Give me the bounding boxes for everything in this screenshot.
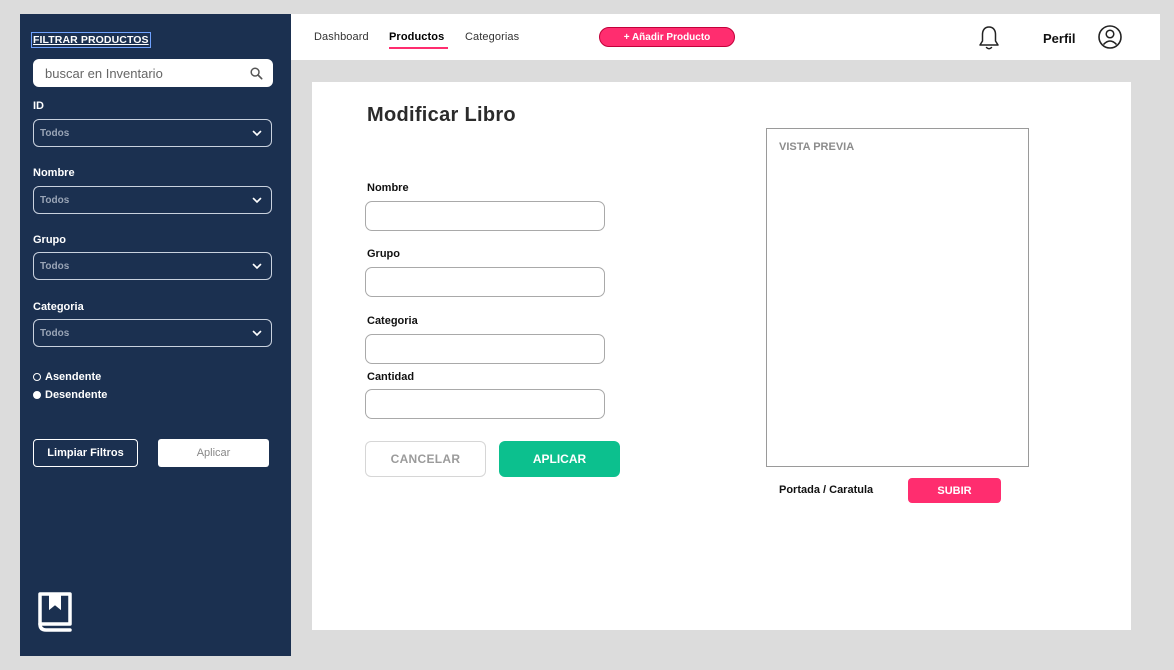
nav-link-categorias[interactable]: Categorias	[465, 31, 519, 43]
cover-preview: VISTA PREVIA	[766, 128, 1029, 467]
user-icon[interactable]	[1097, 24, 1123, 50]
cancel-button[interactable]: CANCELAR	[365, 441, 486, 477]
search-box[interactable]	[33, 59, 273, 87]
nav-link-productos[interactable]: Productos	[389, 31, 444, 43]
chevron-down-icon	[252, 330, 262, 337]
apply-filters-button[interactable]: Aplicar	[158, 439, 269, 467]
sort-ascending-option[interactable]: Asendente	[33, 371, 101, 383]
filter-label-grupo: Grupo	[33, 234, 66, 246]
page-title: Modificar Libro	[367, 104, 516, 126]
book-logo-icon[interactable]	[36, 590, 74, 634]
filter-select-categoria[interactable]: Todos	[33, 319, 272, 347]
filter-select-grupo[interactable]: Todos	[33, 252, 272, 280]
filter-label-nombre: Nombre	[33, 167, 75, 179]
sort-ascending-label: Asendente	[45, 371, 102, 383]
categoria-field[interactable]	[365, 334, 605, 364]
field-label-categoria: Categoria	[367, 315, 418, 327]
chevron-down-icon	[252, 197, 262, 204]
nombre-field[interactable]	[365, 201, 605, 231]
filter-select-nombre[interactable]: Todos	[33, 186, 272, 214]
cover-label: Portada / Caratula	[779, 484, 874, 496]
active-tab-indicator	[389, 47, 448, 49]
profile-label[interactable]: Perfil	[1043, 31, 1076, 46]
filter-value-id: Todos	[40, 127, 70, 139]
add-product-button[interactable]: + Añadir Producto	[599, 27, 735, 47]
clear-filters-button[interactable]: Limpiar Filtros	[33, 439, 138, 467]
filter-label-id: ID	[33, 100, 44, 112]
filter-label-categoria: Categoria	[33, 301, 84, 313]
chevron-down-icon	[252, 130, 262, 137]
filter-value-nombre: Todos	[40, 194, 70, 206]
filter-value-categoria: Todos	[40, 327, 70, 339]
field-label-nombre: Nombre	[367, 182, 409, 194]
upload-button[interactable]: SUBIR	[908, 478, 1001, 503]
field-label-cantidad: Cantidad	[367, 371, 415, 383]
top-navigation: Dashboard Productos Categorias + Añadir …	[291, 14, 1160, 60]
sort-descending-option[interactable]: Desendente	[33, 389, 107, 401]
edit-book-card: Modificar Libro Nombre Grupo Categoria C…	[312, 82, 1131, 630]
filter-title[interactable]: FILTRAR PRODUCTOS	[31, 32, 151, 48]
search-input[interactable]	[45, 65, 225, 81]
preview-label: VISTA PREVIA	[779, 141, 855, 153]
grupo-field[interactable]	[365, 267, 605, 297]
field-label-grupo: Grupo	[367, 248, 400, 260]
sidebar: FILTRAR PRODUCTOS ID Todos Nombre Todos …	[20, 14, 291, 656]
nav-link-dashboard[interactable]: Dashboard	[314, 31, 369, 43]
sort-descending-label: Desendente	[45, 389, 108, 401]
filter-value-grupo: Todos	[40, 260, 70, 272]
radio-button-selected[interactable]	[33, 391, 41, 399]
filter-select-id[interactable]: Todos	[33, 119, 272, 147]
radio-button[interactable]	[33, 373, 41, 381]
cantidad-field[interactable]	[365, 389, 605, 419]
search-icon[interactable]	[250, 66, 263, 80]
bell-icon[interactable]	[977, 24, 1001, 52]
chevron-down-icon	[252, 263, 262, 270]
apply-button[interactable]: APLICAR	[499, 441, 620, 477]
